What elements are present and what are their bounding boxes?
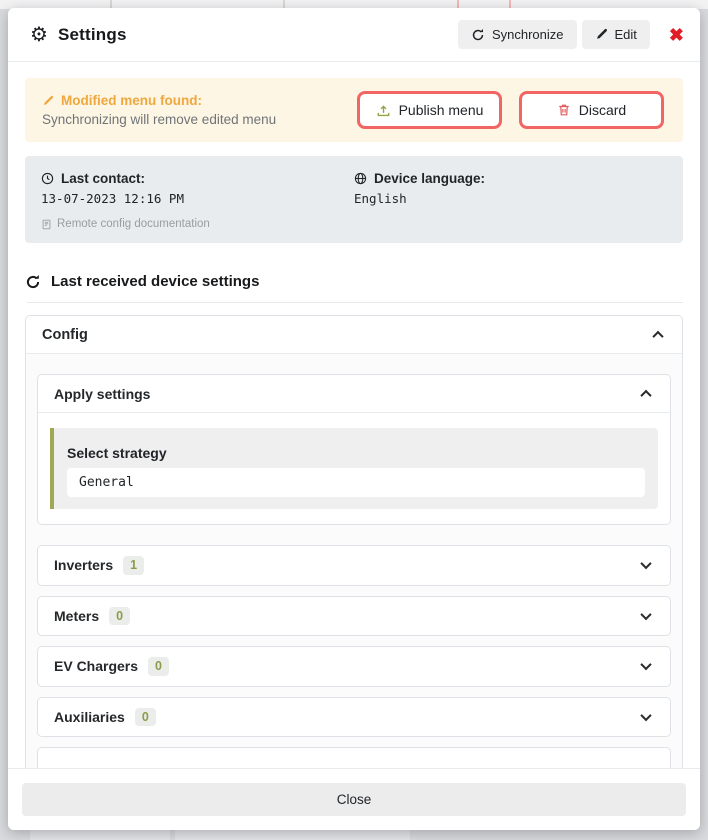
device-language-label: Device language: — [374, 171, 485, 186]
config-accordion-body: Apply settings Select strategy General — [26, 354, 682, 768]
device-language-block: Device language: English — [354, 171, 667, 230]
last-contact-value: 13-07-2023 12:16 PM — [41, 191, 354, 206]
gear-icon: ⚙ — [30, 25, 48, 45]
meters-count-badge: 0 — [109, 607, 130, 626]
synchronize-button[interactable]: Synchronize — [458, 20, 577, 49]
close-button[interactable]: Close — [22, 783, 686, 816]
chevron-down-icon — [638, 658, 654, 674]
publish-menu-label: Publish menu — [399, 102, 484, 118]
auxiliaries-count-badge: 0 — [135, 708, 156, 727]
chevron-down-icon — [638, 709, 654, 725]
meters-label: Meters — [54, 608, 99, 624]
inverters-count-badge: 1 — [123, 556, 144, 575]
auxiliaries-header[interactable]: Auxiliaries 0 — [38, 698, 670, 737]
section-divider — [27, 302, 683, 303]
config-accordion-header[interactable]: Config — [26, 316, 682, 354]
apply-settings-header[interactable]: Apply settings — [38, 375, 670, 413]
discard-label: Discard — [579, 102, 626, 118]
last-received-settings-heading: Last received device settings — [25, 273, 683, 290]
dialog-footer: Close — [8, 768, 700, 830]
publish-menu-button[interactable]: Publish menu — [357, 91, 502, 129]
device-language-row: Device language: — [354, 171, 667, 186]
backdrop-block — [30, 830, 170, 840]
clock-icon — [41, 172, 54, 185]
strategy-panel: Select strategy General — [50, 428, 658, 509]
pencil-icon — [42, 95, 54, 107]
dialog-header: ⚙ Settings Synchronize Edit — [8, 8, 700, 62]
chevron-down-icon — [638, 557, 654, 573]
chevron-down-icon — [638, 608, 654, 624]
ev-chargers-count-badge: 0 — [148, 657, 169, 676]
config-label: Config — [42, 327, 88, 343]
accordion-item-auxiliaries: Auxiliaries 0 — [37, 697, 671, 738]
chevron-up-icon — [650, 327, 666, 343]
refresh-icon — [471, 28, 485, 42]
banner-title-row: Modified menu found: — [42, 93, 276, 108]
banner-actions: Publish menu Discard — [357, 91, 666, 129]
accordion-item-meters: Meters 0 — [37, 596, 671, 637]
banner-title: Modified menu found: — [61, 93, 202, 108]
chevron-up-icon — [638, 386, 654, 402]
section-title: Last received device settings — [51, 273, 259, 290]
accordion-item-ev-chargers: EV Chargers 0 — [37, 646, 671, 687]
accordion-item-partial[interactable] — [37, 747, 671, 768]
dialog-body: Modified menu found: Synchronizing will … — [8, 62, 700, 768]
synchronize-label: Synchronize — [492, 27, 564, 42]
last-contact-label: Last contact: — [61, 171, 145, 186]
remote-config-doc-label: Remote config documentation — [57, 218, 210, 230]
last-contact-block: Last contact: 13-07-2023 12:16 PM Remote… — [41, 171, 354, 230]
meters-header[interactable]: Meters 0 — [38, 597, 670, 636]
header-actions: Synchronize Edit ✖ — [458, 20, 684, 49]
modified-menu-banner: Modified menu found: Synchronizing will … — [25, 78, 683, 142]
backdrop-bottom — [0, 830, 708, 840]
banner-subtitle: Synchronizing will remove edited menu — [42, 112, 276, 127]
globe-icon — [354, 172, 367, 185]
apply-settings-accordion: Apply settings Select strategy General — [37, 374, 671, 525]
banner-text: Modified menu found: Synchronizing will … — [42, 93, 276, 127]
inverters-header[interactable]: Inverters 1 — [38, 546, 670, 585]
backdrop-block — [175, 830, 410, 840]
ev-chargers-label: EV Chargers — [54, 658, 138, 674]
config-accordion: Config Apply settings Select strategy Ge… — [25, 315, 683, 768]
edit-button[interactable]: Edit — [582, 20, 650, 49]
discard-button[interactable]: Discard — [519, 91, 664, 129]
last-contact-row: Last contact: — [41, 171, 354, 186]
remote-config-doc-link[interactable]: Remote config documentation — [41, 218, 354, 230]
select-strategy-label: Select strategy — [67, 445, 645, 461]
device-info-box: Last contact: 13-07-2023 12:16 PM Remote… — [25, 156, 683, 243]
pencil-icon — [595, 28, 608, 41]
ev-chargers-header[interactable]: EV Chargers 0 — [38, 647, 670, 686]
strategy-select[interactable]: General — [67, 468, 645, 497]
edit-label: Edit — [615, 27, 637, 42]
refresh-icon — [25, 274, 41, 290]
apply-settings-label: Apply settings — [54, 386, 150, 402]
dialog-title: Settings — [58, 25, 127, 45]
journal-icon — [41, 219, 52, 230]
close-icon[interactable]: ✖ — [669, 26, 684, 44]
accordion-item-inverters: Inverters 1 — [37, 545, 671, 586]
apply-settings-body: Select strategy General — [38, 413, 670, 524]
upload-icon — [376, 103, 391, 118]
device-language-value: English — [354, 191, 667, 206]
trash-icon — [557, 103, 571, 117]
settings-dialog: ⚙ Settings Synchronize Edit — [8, 8, 700, 830]
inverters-label: Inverters — [54, 557, 113, 573]
auxiliaries-label: Auxiliaries — [54, 709, 125, 725]
